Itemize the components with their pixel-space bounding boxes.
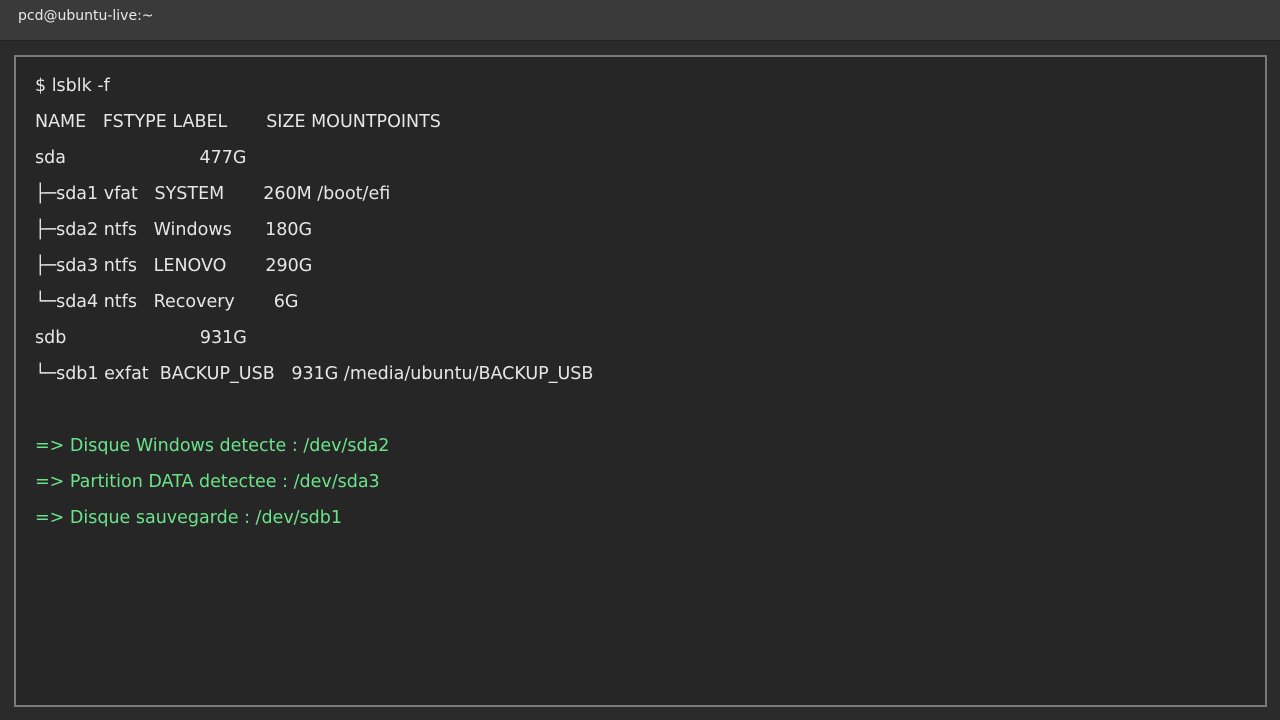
lsblk-row-sda4: └─sda4 ntfs Recovery 6G [35, 292, 299, 312]
lsblk-row-sda3: ├─sda3 ntfs LENOVO 290G [35, 256, 313, 276]
window-title: pcd@ubuntu-live:~ [18, 8, 154, 24]
lsblk-row-sda1: ├─sda1 vfat SYSTEM 260M /boot/efi [35, 184, 391, 204]
lsblk-row-sdb: sdb 931G [35, 328, 247, 348]
detection-data-partition: => Partition DATA detectee : /dev/sda3 [35, 472, 380, 492]
lsblk-header: NAME FSTYPE LABEL SIZE MOUNTPOINTS [35, 112, 441, 132]
terminal-output[interactable]: $ lsblk -f NAME FSTYPE LABEL SIZE MOUNTP… [14, 55, 1267, 707]
lsblk-row-sda: sda 477G [35, 148, 247, 168]
command-line: $ lsblk -f [35, 76, 110, 96]
detection-backup-disk: => Disque sauvegarde : /dev/sdb1 [35, 508, 343, 528]
lsblk-row-sda2: ├─sda2 ntfs Windows 180G [35, 220, 313, 240]
window-titlebar[interactable]: pcd@ubuntu-live:~ [0, 0, 1280, 41]
detection-windows-disk: => Disque Windows detecte : /dev/sda2 [35, 436, 390, 456]
lsblk-row-sdb1: └─sdb1 exfat BACKUP_USB 931G /media/ubun… [35, 364, 594, 384]
